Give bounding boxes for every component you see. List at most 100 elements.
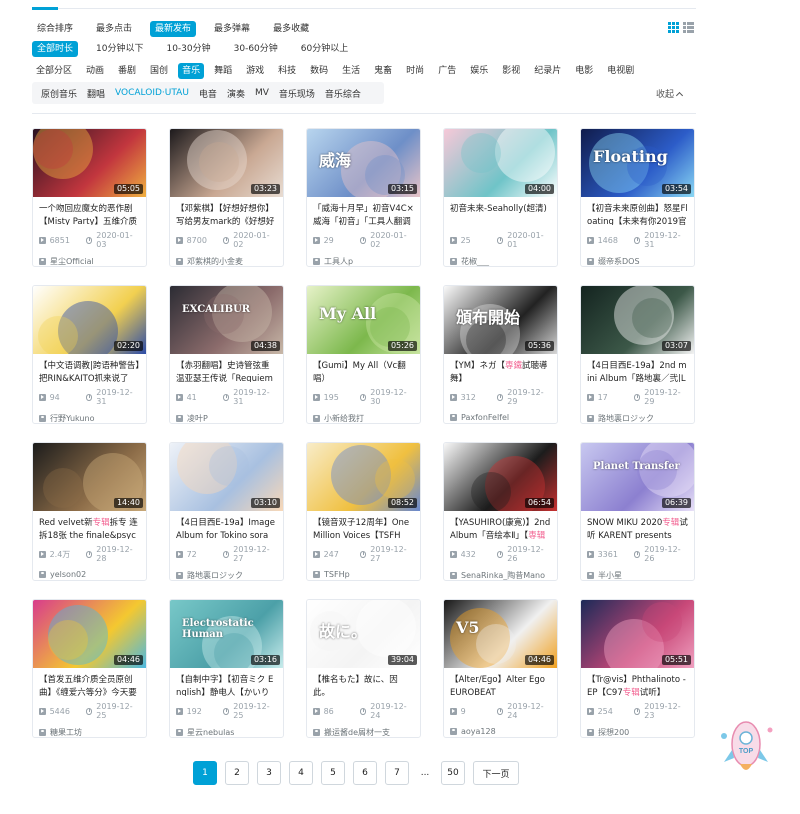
uploader-link[interactable]: 星尘Official: [33, 249, 146, 266]
zones-item[interactable]: 电视剧: [603, 63, 638, 79]
video-title[interactable]: Red velvet新专辑拆专 连拆18张 the finale&psycho …: [33, 513, 146, 539]
zones-item[interactable]: 科技: [274, 63, 300, 79]
zones-item[interactable]: 番剧: [114, 63, 140, 79]
subzone-item[interactable]: 原创音乐: [36, 87, 82, 100]
video-thumbnail[interactable]: 頒布開始 05:36: [444, 286, 557, 354]
video-title[interactable]: 【赤羽翻唱】史诗管弦重温亚瑟王传说「Requiem of: [170, 356, 283, 382]
video-thumbnail[interactable]: 05:05: [33, 129, 146, 197]
sort-tabs-item[interactable]: 最多弹幕: [209, 21, 255, 37]
grid-view-icon[interactable]: [668, 22, 679, 33]
video-title[interactable]: 【YM】ネガ【専鐵試聴導舞】: [444, 356, 557, 382]
video-title[interactable]: SNOW MIKU 2020专辑试听 KARENT presents: [581, 513, 694, 539]
video-thumbnail[interactable]: 03:23: [170, 129, 283, 197]
video-title[interactable]: 【邓紫棋】【好想好想你】写给男友mark的《好想好想: [170, 199, 283, 225]
duration-filters-item[interactable]: 全部时长: [32, 41, 79, 57]
duration-filters-item[interactable]: 10分钟以下: [91, 41, 148, 57]
video-card[interactable]: 04:46 【首发五维介质全员原创曲】《缠爱六等分》今天要 5446 2019-12-…: [32, 599, 147, 738]
zones-item[interactable]: 游戏: [242, 63, 268, 79]
duration-filters-item[interactable]: 10-30分钟: [161, 41, 215, 57]
video-title[interactable]: 【Gumi】My All（Vc翻唱）: [307, 356, 420, 382]
zones-item[interactable]: 数码: [306, 63, 332, 79]
uploader-link[interactable]: 凌叶P: [170, 406, 283, 423]
uploader-link[interactable]: 小新给我打: [307, 406, 420, 423]
zones-item[interactable]: 动画: [82, 63, 108, 79]
uploader-link[interactable]: yelson02: [33, 563, 146, 579]
zones-item[interactable]: 广告: [434, 63, 460, 79]
subzone-item[interactable]: 音乐现场: [274, 87, 320, 100]
page-button-last[interactable]: 50: [441, 761, 465, 785]
uploader-link[interactable]: 星云nebulas: [170, 720, 283, 737]
video-thumbnail[interactable]: Floating 03:54: [581, 129, 694, 197]
video-thumbnail[interactable]: 08:52: [307, 443, 420, 511]
video-thumbnail[interactable]: 05:51: [581, 600, 694, 668]
zones-item[interactable]: 娱乐: [466, 63, 492, 79]
video-title[interactable]: 【YASUHIRO(康寛)】2nd Album「音绘本Ⅱ」【専辑: [444, 513, 557, 539]
video-card[interactable]: 04:00 初音未来-Seaholly(超清) 25 2020-01-01 花椒___: [443, 128, 558, 267]
uploader-link[interactable]: 花椒___: [444, 249, 557, 266]
video-title[interactable]: 【初音未来原创曲】怒星Floating【未来有你2019官: [581, 199, 694, 225]
video-card[interactable]: 頒布開始 05:36 【YM】ネガ【専鐵試聴導舞】 312 2019-12-29 Paxf…: [443, 285, 558, 424]
video-card[interactable]: Electrostatic Human 03:16 【自制中字】【初音ミク Engl…: [169, 599, 284, 738]
sort-tabs-item[interactable]: 最多点击: [91, 21, 137, 37]
back-to-top-icon[interactable]: TOP: [716, 716, 776, 776]
zones-item[interactable]: 全部分区: [32, 63, 76, 79]
zones-item[interactable]: 音乐: [178, 63, 205, 79]
uploader-link[interactable]: SenaRinka_陶昔Mano: [444, 563, 557, 580]
video-title[interactable]: 【镜音双子12周年】One Million Voices【TSFH: [307, 513, 420, 539]
video-thumbnail[interactable]: 04:00: [444, 129, 557, 197]
video-card[interactable]: 06:54 【YASUHIRO(康寛)】2nd Album「音绘本Ⅱ」【専辑 432…: [443, 442, 558, 581]
zones-item[interactable]: 时尚: [402, 63, 428, 79]
video-title[interactable]: 【4日目西E-19a】2nd mini Album「路地裏／弐|Lojiura: [581, 356, 694, 382]
video-thumbnail[interactable]: 06:54: [444, 443, 557, 511]
zones-item[interactable]: 生活: [338, 63, 364, 79]
video-title[interactable]: 「威海十月早」初音V4C×威海「初音」「工具人翻调: [307, 199, 420, 225]
video-thumbnail[interactable]: V5 04:46: [444, 600, 557, 668]
zones-item[interactable]: 电影: [571, 63, 597, 79]
uploader-link[interactable]: 缀帝系DOS: [581, 249, 694, 266]
page-button[interactable]: 1: [193, 761, 217, 785]
sort-tabs-item[interactable]: 最多收藏: [268, 21, 314, 37]
duration-filters-item[interactable]: 30-60分钟: [229, 41, 283, 57]
zones-item[interactable]: 纪录片: [530, 63, 565, 79]
uploader-link[interactable]: 路地裏ロジック: [170, 563, 283, 580]
video-card[interactable]: V5 04:46 【Alter/Ego】Alter Ego EUROBEAT 9 201…: [443, 599, 558, 738]
video-thumbnail[interactable]: EXCALIBUR 04:38: [170, 286, 283, 354]
video-card[interactable]: 威海 03:15 「威海十月早」初音V4C×威海「初音」「工具人翻调 29 2020-0…: [306, 128, 421, 267]
list-view-icon[interactable]: [683, 22, 694, 33]
video-card[interactable]: 故に。 39:04 【椎名もた】故に、因此。 86 2019-12-24 搬运酱de屑材一…: [306, 599, 421, 738]
page-button[interactable]: 3: [257, 761, 281, 785]
video-card[interactable]: 05:51 【Tr@vis】Phthalinoto - EP【C97专辑试听】 25…: [580, 599, 695, 738]
zones-item[interactable]: 舞蹈: [210, 63, 236, 79]
video-thumbnail[interactable]: 03:07: [581, 286, 694, 354]
subzone-item[interactable]: 音乐综合: [320, 87, 366, 100]
zones-item[interactable]: 鬼畜: [370, 63, 396, 79]
subzone-item[interactable]: MV: [250, 88, 274, 98]
video-card[interactable]: Planet Transfer 06:39 SNOW MIKU 2020专辑试听 K…: [580, 442, 695, 581]
video-title[interactable]: 【自制中字】【初音ミク English】静电人【かいりき: [170, 670, 283, 696]
video-card[interactable]: 03:23 【邓紫棋】【好想好想你】写给男友mark的《好想好想 8700 2020-…: [169, 128, 284, 267]
video-card[interactable]: EXCALIBUR 04:38 【赤羽翻唱】史诗管弦重温亚瑟王传说「Requiem …: [169, 285, 284, 424]
uploader-link[interactable]: 工具人p: [307, 249, 420, 266]
video-card[interactable]: Floating 03:54 【初音未来原创曲】怒星Floating【未来有你201…: [580, 128, 695, 267]
uploader-link[interactable]: 半小星: [581, 563, 694, 580]
sort-tabs-item[interactable]: 最新发布: [150, 21, 197, 37]
zones-item[interactable]: 国创: [146, 63, 172, 79]
uploader-link[interactable]: PaxfonFelfel: [444, 406, 557, 422]
video-thumbnail[interactable]: 04:46: [33, 600, 146, 668]
uploader-link[interactable]: aoya128: [444, 720, 557, 736]
video-card[interactable]: My All 05:26 【Gumi】My All（Vc翻唱） 195 2019-12-…: [306, 285, 421, 424]
subzone-item[interactable]: 翻唱: [82, 87, 110, 100]
page-button[interactable]: 7: [385, 761, 409, 785]
next-page-button[interactable]: 下一页: [473, 761, 519, 785]
subzone-item[interactable]: VOCALOID·UTAU: [110, 88, 194, 98]
uploader-link[interactable]: 搬运酱de屑材一支: [307, 720, 420, 737]
subzone-item[interactable]: 演奏: [222, 87, 250, 100]
uploader-link[interactable]: 邓紫棋的小金麦: [170, 249, 283, 266]
video-card[interactable]: 14:40 Red velvet新专辑拆专 连拆18张 the finale&ps…: [32, 442, 147, 581]
video-title[interactable]: 【Tr@vis】Phthalinoto - EP【C97专辑试听】: [581, 670, 694, 696]
collapse-button[interactable]: 收起: [656, 87, 684, 100]
duration-filters-item[interactable]: 60分钟以上: [296, 41, 353, 57]
video-title[interactable]: 一个吻回应魔女的恶作剧【Misty Party】五维介质 -: [33, 199, 146, 225]
video-thumbnail[interactable]: 威海 03:15: [307, 129, 420, 197]
video-title[interactable]: 【Alter/Ego】Alter Ego EUROBEAT: [444, 670, 557, 696]
